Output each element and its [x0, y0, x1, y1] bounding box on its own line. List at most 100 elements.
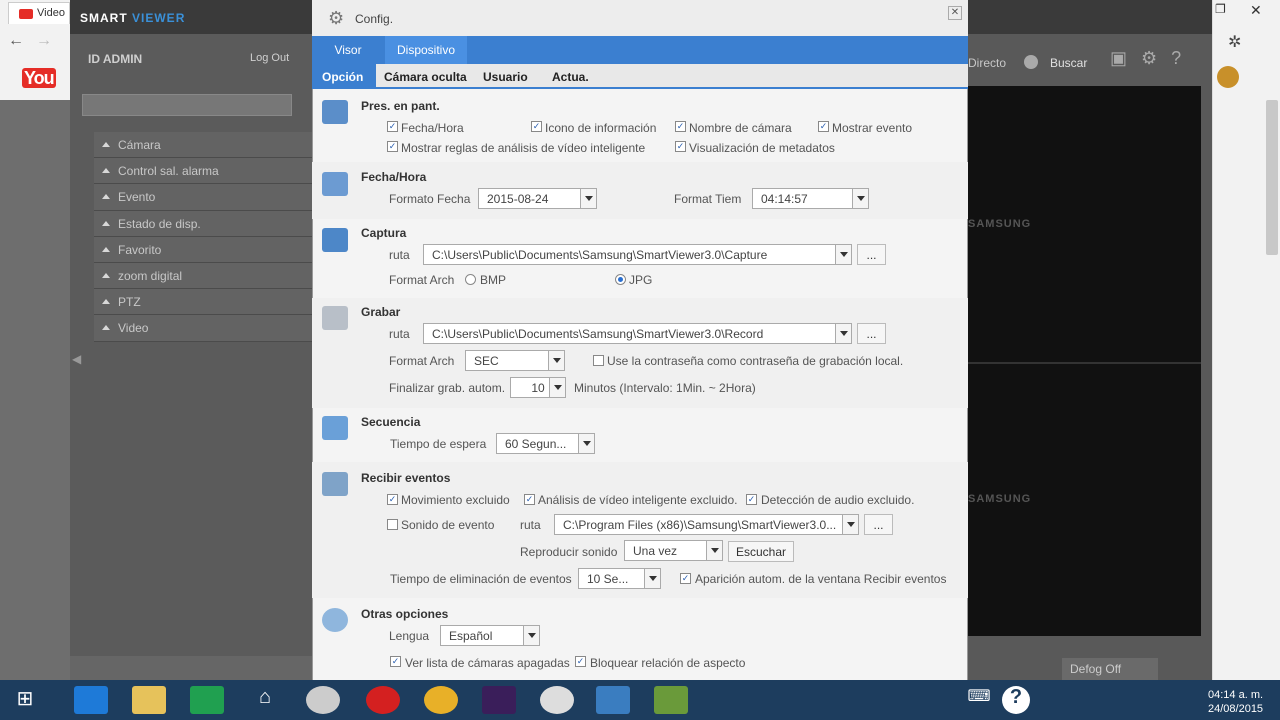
video-grid[interactable]	[968, 86, 1201, 636]
collapse-arrow-icon	[102, 168, 110, 174]
record-format-select[interactable]: SEC	[465, 350, 565, 371]
play-sound-select[interactable]: Una vez	[624, 540, 723, 561]
checkbox-aspecto[interactable]: ✓	[575, 656, 586, 667]
tab-dispositivo[interactable]: Dispositivo	[385, 36, 467, 64]
date-format-select[interactable]: 2015-08-24	[478, 188, 597, 209]
layout-icon: ▣	[1110, 48, 1142, 68]
sv-menu-item-estado[interactable]: Estado de disp.	[94, 210, 312, 237]
keyboard-icon[interactable]: ⌨	[962, 686, 996, 714]
start-icon[interactable]: ⊞	[8, 686, 42, 714]
page-scrollbar[interactable]	[1266, 100, 1278, 255]
back-arrow-icon[interactable]: ←	[8, 32, 24, 50]
chevron-down-icon	[852, 189, 868, 208]
search-tab[interactable]: Buscar	[1050, 56, 1087, 70]
capture-path-input[interactable]: C:\Users\Public\Documents\Samsung\SmartV…	[423, 244, 852, 265]
section-title-secuencia: Secuencia	[361, 415, 421, 429]
record-path-input[interactable]: C:\Users\Public\Documents\Samsung\SmartV…	[423, 323, 852, 344]
folder-icon[interactable]	[132, 686, 166, 714]
checkbox-password[interactable]	[593, 355, 604, 366]
defog-select[interactable]: Defog Off	[1062, 658, 1158, 680]
checkbox-sonido[interactable]	[387, 519, 398, 530]
extension-icon[interactable]: ✲	[1228, 32, 1241, 52]
language-select[interactable]: Español	[440, 625, 540, 646]
label-bmp: BMP	[480, 273, 507, 287]
radio-jpg[interactable]	[615, 274, 626, 285]
dialog-titlebar	[312, 0, 968, 36]
browse-capture-button[interactable]: ...	[857, 244, 886, 265]
auto-stop-stepper[interactable]: 10	[510, 377, 566, 398]
label-audio: Detección de audio excluido.	[761, 493, 915, 507]
home-icon[interactable]: ⌂	[248, 686, 282, 714]
checkbox-nombre-camara[interactable]: ✓	[675, 121, 686, 132]
section-title-eventos: Recibir eventos	[361, 471, 451, 485]
logout-button[interactable]: Log Out	[250, 52, 289, 64]
live-tab[interactable]: Directo	[968, 56, 1006, 70]
site-select[interactable]	[82, 94, 292, 116]
record-icon	[322, 306, 348, 330]
hp-icon[interactable]	[306, 686, 340, 714]
browse-record-button[interactable]: ...	[857, 323, 886, 344]
chevron-down-icon	[580, 189, 596, 208]
radio-bmp[interactable]	[465, 274, 476, 285]
section-title-fecha: Fecha/Hora	[361, 170, 427, 184]
ie-active-icon[interactable]	[596, 686, 630, 714]
subtab-opcion[interactable]: Opción	[312, 64, 376, 89]
collapse-arrow-icon	[102, 220, 110, 226]
time-format-select[interactable]: 04:14:57	[752, 188, 869, 209]
sv-menu-item-evento[interactable]: Evento	[94, 184, 312, 211]
toolbar-icons[interactable]: ▣⚙?	[1110, 48, 1195, 69]
search-icon	[1024, 55, 1038, 69]
sv-menu-item-alarma[interactable]: Control sal. alarma	[94, 158, 312, 185]
monitor-icon	[322, 100, 348, 124]
subtab-usuario[interactable]: Usuario	[473, 64, 538, 89]
checkbox-icono-info[interactable]: ✓	[531, 121, 542, 132]
wait-time-select[interactable]: 60 Segun...	[496, 433, 595, 454]
label-finalizar: Finalizar grab. autom.	[389, 381, 506, 395]
checkbox-fecha-hora[interactable]: ✓	[387, 121, 398, 132]
checkbox-aparicion[interactable]: ✓	[680, 573, 691, 584]
browse-sound-button[interactable]: ...	[864, 514, 893, 535]
youtube-logo[interactable]: You	[22, 68, 72, 90]
store-icon[interactable]	[190, 686, 224, 714]
subtab-actua[interactable]: Actua.	[542, 64, 599, 89]
close-icon[interactable]: ✕	[948, 6, 962, 20]
sv-menu-item-video[interactable]: Video	[94, 315, 312, 342]
app-icon[interactable]	[540, 686, 574, 714]
subtab-camara-oculta[interactable]: Cámara oculta	[374, 64, 477, 89]
sequence-icon	[322, 416, 348, 440]
collapse-panel-icon[interactable]: ◀	[72, 352, 81, 366]
taskbar-clock[interactable]: 04:14 a. m. 24/08/2015	[1208, 688, 1263, 716]
gear-icon: ⚙	[1141, 48, 1172, 68]
label-fecha-hora: Fecha/Hora	[401, 121, 464, 135]
sv-menu-item-camara[interactable]: Cámara	[94, 132, 312, 159]
calendar-icon	[322, 172, 348, 196]
event-removal-time-select[interactable]: 10 Se...	[578, 568, 661, 589]
forward-arrow-icon[interactable]: →	[36, 32, 52, 50]
tab-visor[interactable]: Visor	[322, 36, 374, 64]
chrome-icon[interactable]	[424, 686, 458, 714]
ie-icon[interactable]	[74, 686, 108, 714]
listen-button[interactable]: Escuchar	[728, 541, 794, 562]
checkbox-movimiento[interactable]: ✓	[387, 494, 398, 505]
checkbox-audio[interactable]: ✓	[746, 494, 757, 505]
checkbox-analisis[interactable]: ✓	[524, 494, 535, 505]
close-window-icon[interactable]: ✕	[1250, 2, 1262, 19]
opera-icon[interactable]	[366, 686, 400, 714]
camtasia-icon[interactable]	[654, 686, 688, 714]
browser-tab[interactable]: Video	[8, 2, 70, 24]
restore-window-icon[interactable]: ❐	[1215, 2, 1226, 16]
label-format-arch-captura: Format Arch	[389, 273, 455, 287]
sv-menu-item-ptz[interactable]: PTZ	[94, 289, 312, 316]
sv-menu-item-favorito[interactable]: Favorito	[94, 236, 312, 263]
chevron-down-icon	[835, 245, 851, 264]
checkbox-reglas-analisis[interactable]: ✓	[387, 141, 398, 152]
checkbox-camaras-apagadas[interactable]: ✓	[390, 656, 401, 667]
checkbox-metadatos[interactable]: ✓	[675, 141, 686, 152]
avatar[interactable]	[1217, 66, 1239, 88]
label-reglas-analisis: Mostrar reglas de análisis de vídeo inte…	[401, 141, 646, 155]
checkbox-mostrar-evento[interactable]: ✓	[818, 121, 829, 132]
premiere-icon[interactable]	[482, 686, 516, 714]
help-icon[interactable]: ?	[1002, 686, 1030, 714]
sv-menu-item-zoom[interactable]: zoom digital	[94, 262, 312, 290]
event-sound-path-input[interactable]: C:\Program Files (x86)\Samsung\SmartView…	[554, 514, 859, 535]
